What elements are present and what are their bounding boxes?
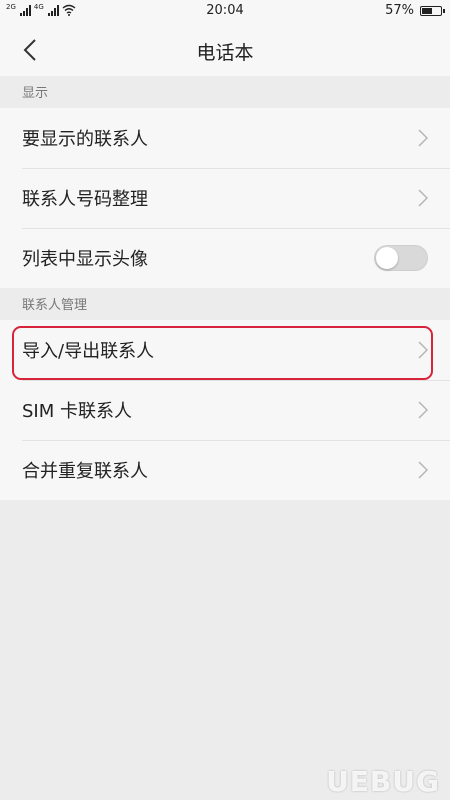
contact-management-group: 导入/导出联系人 SIM 卡联系人 合并重复联系人 xyxy=(0,320,450,500)
row-organize-numbers[interactable]: 联系人号码整理 xyxy=(0,168,450,228)
battery-fill xyxy=(422,7,433,14)
avatar-toggle[interactable] xyxy=(374,245,428,271)
watermark-logo: UEBUG xyxy=(326,765,440,798)
status-icons-right: 57% xyxy=(385,3,445,18)
row-label: 合并重复联系人 xyxy=(22,461,148,482)
chevron-right-icon xyxy=(418,401,428,419)
section-header-contact-management: 联系人管理 xyxy=(0,288,450,320)
row-label: 列表中显示头像 xyxy=(22,249,148,270)
chevron-right-icon xyxy=(418,341,428,359)
battery-percent: 57% xyxy=(385,3,414,18)
status-time: 20:04 xyxy=(206,3,244,18)
battery-icon xyxy=(420,5,445,16)
row-label: 要显示的联系人 xyxy=(22,129,148,150)
row-merge-duplicates[interactable]: 合并重复联系人 xyxy=(0,440,450,500)
status-bar: 2G 4G 20:04 57% xyxy=(0,0,450,24)
back-button[interactable] xyxy=(14,34,46,66)
row-label: 导入/导出联系人 xyxy=(22,341,155,362)
section-header-display: 显示 xyxy=(0,76,450,108)
row-label: 联系人号码整理 xyxy=(22,189,148,210)
chevron-right-icon xyxy=(418,189,428,207)
back-arrow-icon xyxy=(23,39,36,61)
row-show-avatar: 列表中显示头像 xyxy=(0,228,450,288)
display-group: 要显示的联系人 联系人号码整理 列表中显示头像 xyxy=(0,108,450,288)
row-visible-contacts[interactable]: 要显示的联系人 xyxy=(0,108,450,168)
nav-bar: 电话本 xyxy=(0,24,450,76)
row-sim-contacts[interactable]: SIM 卡联系人 xyxy=(0,380,450,440)
row-import-export[interactable]: 导入/导出联系人 xyxy=(0,320,450,380)
chevron-right-icon xyxy=(418,461,428,479)
chevron-right-icon xyxy=(418,129,428,147)
row-label: SIM 卡联系人 xyxy=(22,401,132,422)
toggle-knob xyxy=(376,247,398,269)
page-title: 电话本 xyxy=(196,42,254,64)
